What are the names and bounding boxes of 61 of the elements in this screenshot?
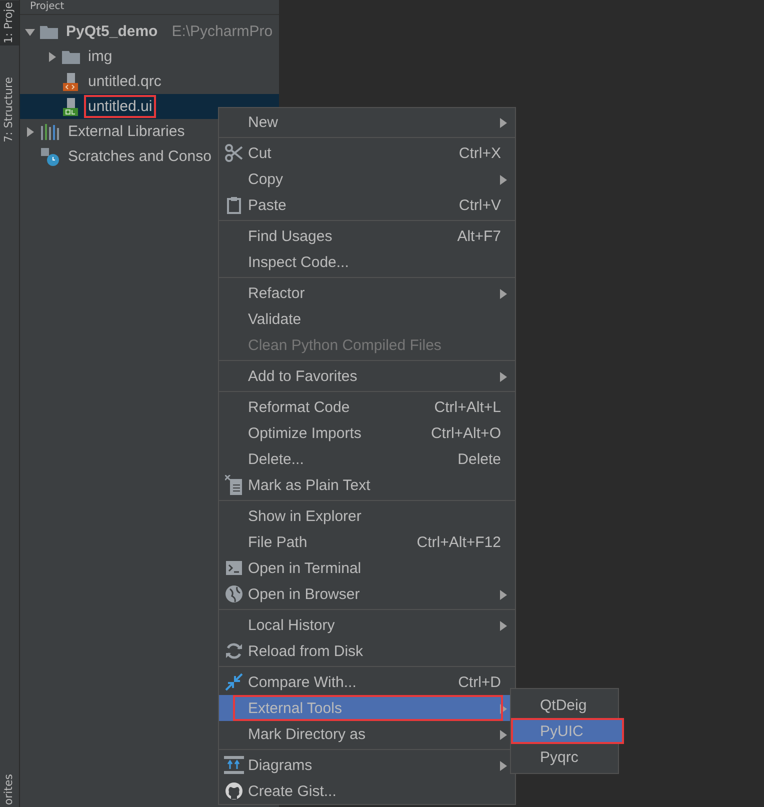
submenu-arrow-icon	[500, 704, 507, 714]
menu-item[interactable]: Reformat Code Ctrl+Alt+L	[219, 394, 515, 420]
collapsed-arrow-icon[interactable]	[24, 126, 36, 138]
compare-arrows-icon	[224, 673, 242, 691]
tree-item-label: img	[87, 47, 114, 67]
folder-icon	[40, 24, 58, 38]
github-icon	[224, 782, 242, 800]
project-path: E:\PycharmPro	[172, 23, 273, 40]
scissors-icon	[224, 144, 242, 162]
submenu-arrow-icon	[500, 289, 507, 299]
menu-item[interactable]: Delete... Delete	[219, 446, 515, 472]
menu-item[interactable]: Compare With... Ctrl+D	[219, 669, 515, 695]
side-tab[interactable]: 7: Structure	[0, 75, 19, 145]
scratch-clock-icon	[40, 146, 60, 166]
submenu-arrow-icon	[500, 175, 507, 185]
terminal-icon	[226, 561, 242, 575]
diagram-icon	[224, 756, 244, 774]
side-tab[interactable]: orites	[0, 772, 19, 807]
qt-file-icon	[62, 98, 80, 116]
menu-item[interactable]: Mark as Plain Text	[219, 472, 515, 498]
submenu-arrow-icon	[500, 761, 507, 771]
tree-item[interactable]: PyQt5_demo E:\PycharmPro	[20, 19, 279, 44]
menu-item[interactable]: Cut Ctrl+X	[219, 140, 515, 166]
panel-title[interactable]: Project	[30, 1, 64, 13]
tree-item-label: untitled.qrc	[87, 72, 162, 92]
menu-item[interactable]: File Path Ctrl+Alt+F12	[219, 529, 515, 555]
menu-item[interactable]: Find Usages Alt+F7	[219, 223, 515, 249]
menu-item[interactable]: Show in Explorer	[219, 503, 515, 529]
plain-text-file-icon	[224, 475, 242, 495]
clipboard-icon	[226, 196, 240, 214]
globe-icon	[224, 585, 242, 603]
menu-item[interactable]: Add to Favorites	[219, 363, 515, 389]
submenu-arrow-icon	[500, 590, 507, 600]
menu-item[interactable]: Copy	[219, 166, 515, 192]
menu-item[interactable]: Local History	[219, 612, 515, 638]
submenu-arrow-icon	[500, 118, 507, 128]
menu-item[interactable]: Paste Ctrl+V	[219, 192, 515, 218]
folder-icon	[62, 50, 80, 64]
menu-item[interactable]: Optimize Imports Ctrl+Alt+O	[219, 420, 515, 446]
tree-item-label: External Libraries	[67, 122, 186, 142]
collapsed-arrow-icon[interactable]	[46, 50, 58, 62]
tree-item-label: PyQt5_demo	[65, 22, 159, 42]
tree-item-label: untitled.ui	[84, 95, 156, 118]
menu-item[interactable]: Validate	[219, 306, 515, 332]
menu-item[interactable]: Open in Browser	[219, 581, 515, 607]
menu-item[interactable]: Reload from Disk	[219, 638, 515, 664]
menu-item[interactable]: Refactor	[219, 280, 515, 306]
side-tab[interactable]: 1: Proje	[0, 0, 19, 46]
resource-file-icon	[62, 72, 80, 90]
menu-item[interactable]: Pyqrc	[511, 744, 618, 770]
submenu-arrow-icon	[500, 372, 507, 382]
menu-item[interactable]: Create Gist...	[219, 778, 515, 804]
submenu-arrow-icon	[500, 621, 507, 631]
reload-icon	[224, 642, 242, 660]
menu-item[interactable]: Inspect Code...	[219, 249, 515, 275]
libraries-icon	[40, 124, 60, 140]
submenu-arrow-icon	[500, 730, 507, 740]
menu-item[interactable]: Open in Terminal	[219, 555, 515, 581]
tree-item[interactable]: untitled.qrc	[20, 69, 279, 94]
tree-item-label: Scratches and Conso	[67, 147, 212, 167]
tree-item[interactable]: img	[20, 44, 279, 69]
